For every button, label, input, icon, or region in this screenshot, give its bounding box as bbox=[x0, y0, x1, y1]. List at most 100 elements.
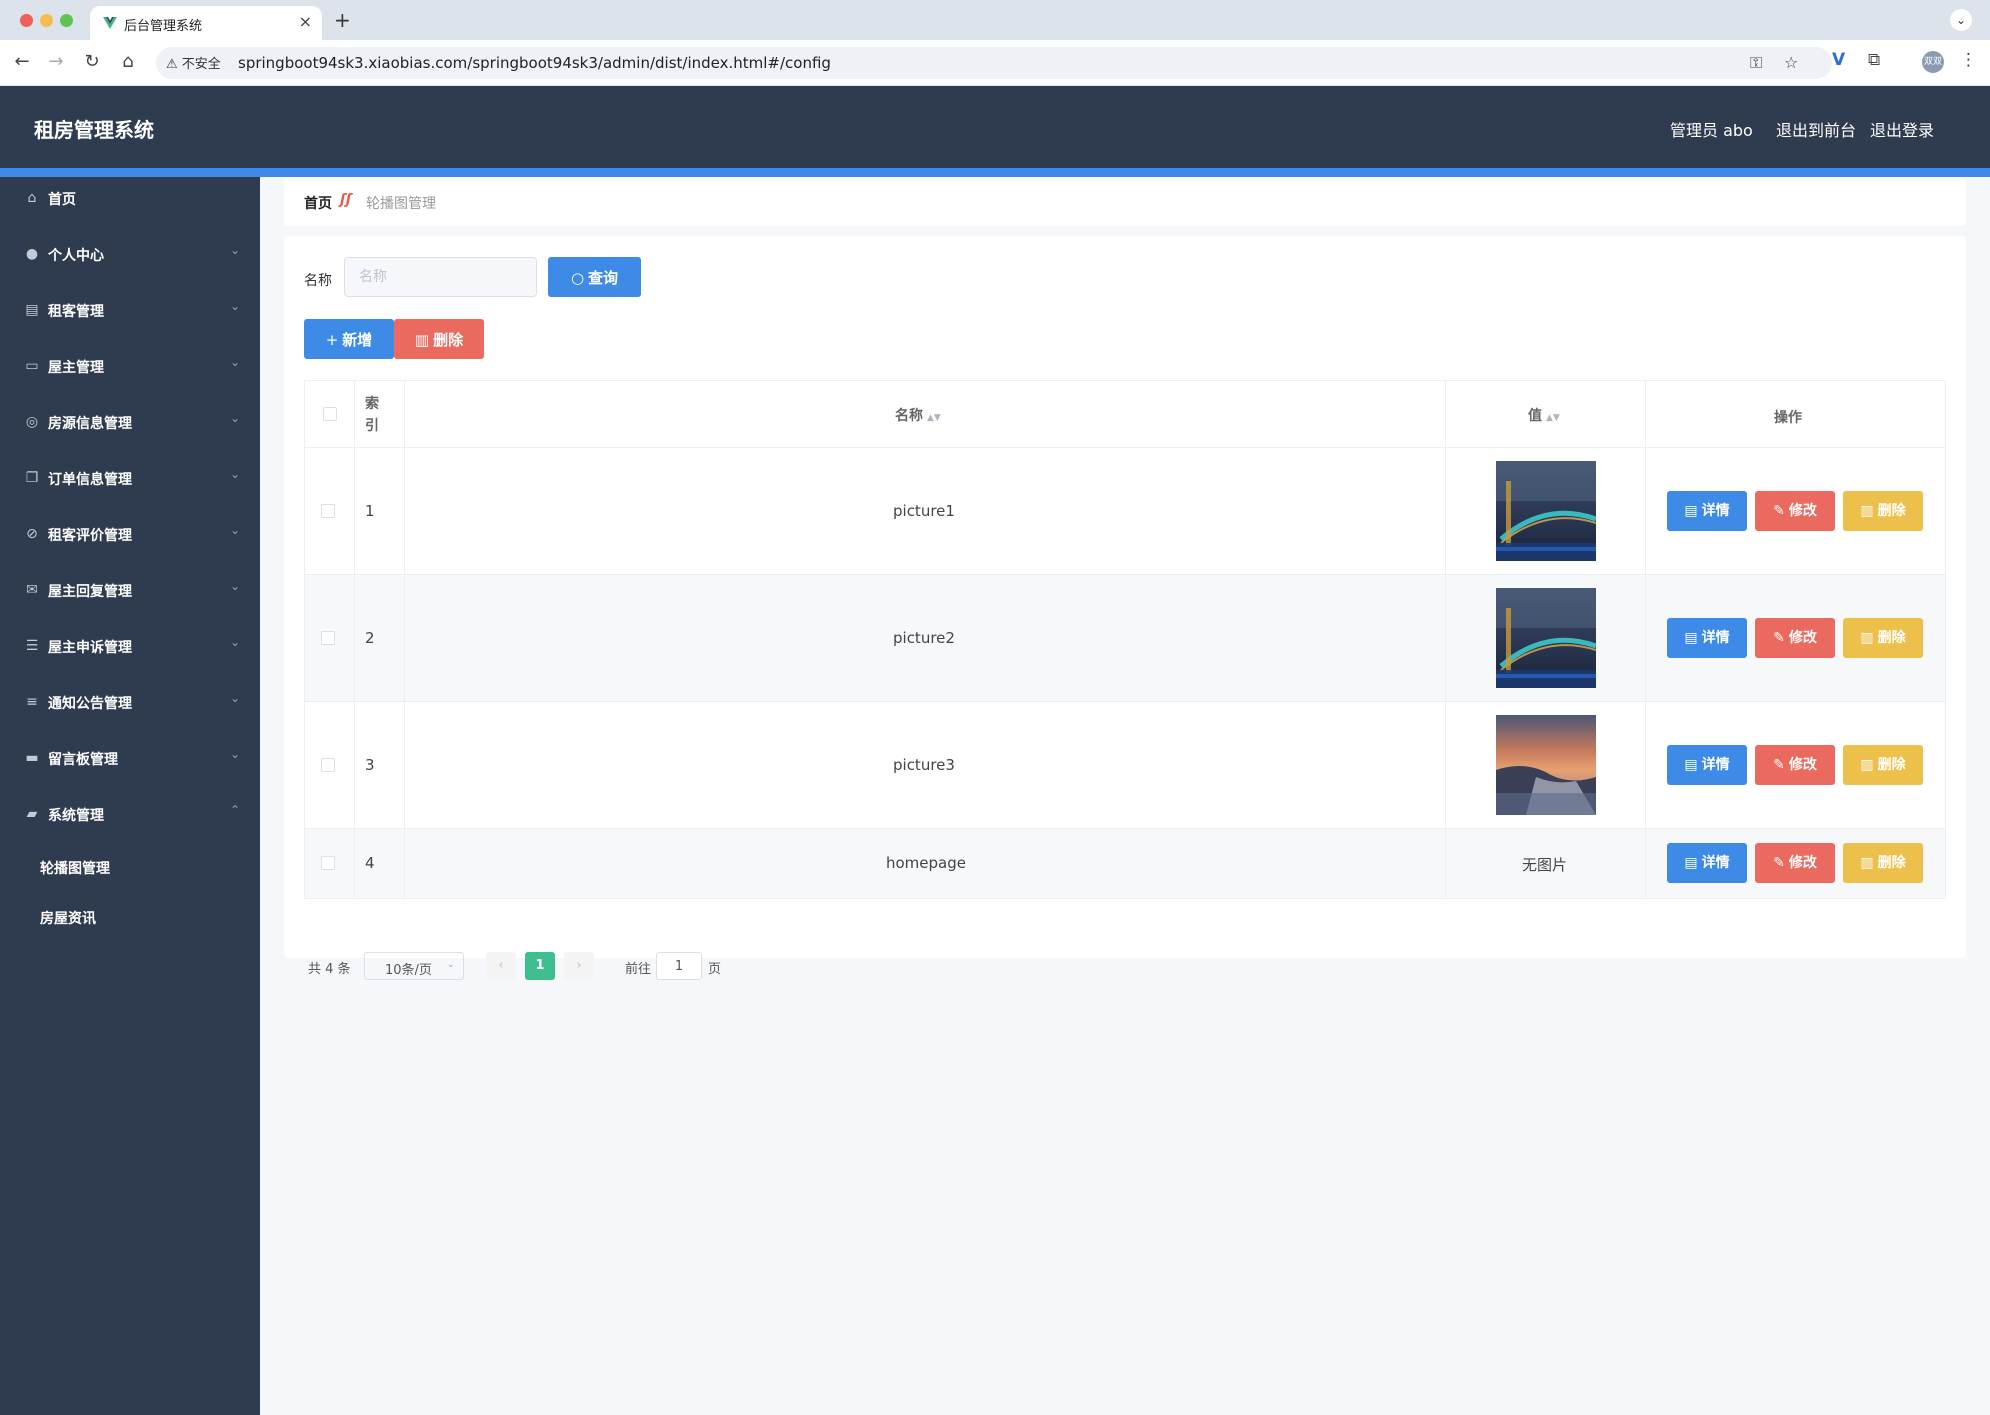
detail-button[interactable]: ▤ 详情 bbox=[1667, 618, 1747, 658]
sunset-coast-image[interactable] bbox=[1496, 715, 1596, 815]
chevron-down-icon: ⌄ bbox=[229, 691, 240, 705]
table-row: 4 homepage 无图片 ▤ 详情 ✎ 修改 ▥ 删除 bbox=[305, 829, 1945, 898]
new-tab-button[interactable]: + bbox=[334, 8, 351, 32]
sidebar-item-label: 屋主申诉管理 bbox=[48, 640, 132, 656]
sidebar-item-listings[interactable]: ◎ 房源信息管理 ⌄ bbox=[0, 401, 260, 445]
sidebar-item-home[interactable]: ⌂ 首页 bbox=[0, 177, 260, 221]
page-number-current[interactable]: 1 bbox=[525, 952, 555, 980]
chevron-down-icon: ⌄ bbox=[229, 411, 240, 425]
sidebar-item-reviews[interactable]: ⊘ 租客评价管理 ⌄ bbox=[0, 513, 260, 557]
sidebar-item-label: 个人中心 bbox=[48, 248, 104, 264]
search-icon: ○ bbox=[570, 268, 585, 287]
row-checkbox[interactable] bbox=[321, 631, 335, 645]
sidebar-item-owners[interactable]: ▭ 屋主管理 ⌄ bbox=[0, 345, 260, 389]
breadcrumb-home[interactable]: 首页 bbox=[304, 193, 332, 213]
search-input[interactable] bbox=[344, 257, 537, 297]
url-field[interactable]: ⚠ 不安全 springboot94sk3.xiaobias.com/sprin… bbox=[156, 47, 1832, 79]
sidebar-subitem-news[interactable]: 房屋资讯 bbox=[0, 896, 260, 940]
document-icon: ▤ bbox=[1684, 503, 1698, 519]
header-value[interactable]: 值 ▲▼ bbox=[1528, 405, 1560, 425]
row-checkbox[interactable] bbox=[321, 504, 335, 518]
select-all-checkbox[interactable] bbox=[323, 407, 337, 421]
delete-button[interactable]: ▥ 删除 bbox=[1843, 843, 1923, 883]
row-checkbox[interactable] bbox=[321, 856, 335, 870]
browser-menu-icon[interactable]: ⋮ bbox=[1960, 50, 1977, 70]
goto-page-input[interactable] bbox=[656, 952, 702, 980]
header-value-cell[interactable]: 值 ▲▼ bbox=[1446, 381, 1646, 447]
row-checkbox[interactable] bbox=[321, 758, 335, 772]
reload-icon[interactable]: ↻ bbox=[80, 51, 104, 72]
page-size-value: 10条/页 bbox=[385, 963, 432, 978]
sidebar-item-replies[interactable]: ✉ 屋主回复管理 ⌄ bbox=[0, 569, 260, 613]
edit-button[interactable]: ✎ 修改 bbox=[1755, 745, 1835, 785]
home-icon[interactable]: ⌂ bbox=[116, 51, 140, 72]
detail-button[interactable]: ▤ 详情 bbox=[1667, 843, 1747, 883]
bulk-delete-button[interactable]: ▥ 删除 bbox=[394, 319, 484, 359]
header-name-cell[interactable]: 名称 ▲▼ bbox=[405, 381, 1446, 447]
row-index-cell: 1 bbox=[355, 448, 405, 574]
tab-search-chevron-icon[interactable]: ⌄ bbox=[1950, 9, 1972, 31]
profile-avatar[interactable]: 双双 bbox=[1922, 51, 1944, 73]
search-button[interactable]: ○ 查询 bbox=[548, 257, 641, 297]
wallet-icon: ▰ bbox=[26, 806, 38, 822]
sidebar-item-label: 租客评价管理 bbox=[48, 528, 132, 544]
sidebar-item-messageboard[interactable]: ▬ 留言板管理 ⌄ bbox=[0, 737, 260, 781]
page-size-select[interactable]: 10条/页 ⌄ bbox=[364, 952, 464, 980]
trash-icon: ▥ bbox=[1860, 757, 1874, 773]
detail-button[interactable]: ▤ 详情 bbox=[1667, 745, 1747, 785]
add-button[interactable]: + 新增 bbox=[304, 319, 394, 359]
pencil-icon: ✎ bbox=[1773, 503, 1785, 519]
chevron-down-icon: ⌄ bbox=[229, 355, 240, 369]
sidebar-item-system[interactable]: ▰ 系统管理 ⌃ bbox=[0, 793, 260, 837]
sidebar-item-orders[interactable]: ❐ 订单信息管理 ⌄ bbox=[0, 457, 260, 501]
row-index: 1 bbox=[365, 502, 375, 520]
delete-button[interactable]: ▥ 删除 bbox=[1843, 618, 1923, 658]
detail-button[interactable]: ▤ 详情 bbox=[1667, 491, 1747, 531]
tab-close-icon[interactable]: × bbox=[299, 12, 312, 31]
sidebar-item-personal[interactable]: ● 个人中心 ⌄ bbox=[0, 233, 260, 277]
bridge-night-image[interactable] bbox=[1496, 461, 1596, 561]
logout-link[interactable]: 退出登录 bbox=[1870, 117, 1934, 141]
to-front-link[interactable]: 退出到前台 bbox=[1776, 117, 1856, 141]
key-icon[interactable]: ⚿ bbox=[1750, 53, 1762, 73]
header-name[interactable]: 名称 ▲▼ bbox=[895, 405, 941, 425]
sort-icon[interactable]: ▲▼ bbox=[927, 413, 941, 423]
table-row: 1 picture1 ▤ 详情 ✎ 修改 ▥ 删除 bbox=[305, 448, 1945, 575]
chevron-down-icon: ⌄ bbox=[229, 523, 240, 537]
back-arrow-icon[interactable]: ← bbox=[10, 51, 34, 72]
goto-label: 前往 bbox=[625, 962, 652, 977]
extension-v-icon[interactable]: V bbox=[1832, 50, 1845, 70]
next-page-button[interactable]: › bbox=[564, 952, 594, 980]
bridge-night-image[interactable] bbox=[1496, 588, 1596, 688]
edit-button[interactable]: ✎ 修改 bbox=[1755, 491, 1835, 531]
forward-arrow-icon[interactable]: → bbox=[44, 51, 68, 72]
window-zoom-button[interactable] bbox=[60, 14, 73, 27]
sort-icon[interactable]: ▲▼ bbox=[1546, 413, 1560, 423]
sidebar-item-notices[interactable]: ≡ 通知公告管理 ⌄ bbox=[0, 681, 260, 725]
bookmark-star-icon[interactable]: ☆ bbox=[1784, 53, 1798, 72]
edit-button[interactable]: ✎ 修改 bbox=[1755, 618, 1835, 658]
row-name: picture1 bbox=[893, 502, 955, 520]
row-name: picture3 bbox=[893, 756, 955, 774]
window-minimize-button[interactable] bbox=[40, 14, 53, 27]
browser-tab[interactable]: 后台管理系统 × bbox=[90, 6, 322, 40]
window-close-button[interactable] bbox=[20, 14, 33, 27]
extensions-puzzle-icon[interactable]: ⧉ bbox=[1868, 50, 1880, 70]
compass-icon: ◎ bbox=[25, 414, 39, 430]
breadcrumb-separator-icon: ʃʃ bbox=[340, 192, 352, 208]
sidebar-item-tenants[interactable]: ▤ 租客管理 ⌄ bbox=[0, 289, 260, 333]
sidebar-item-appeals[interactable]: ☰ 屋主申诉管理 ⌄ bbox=[0, 625, 260, 669]
row-ops-cell: ▤ 详情 ✎ 修改 ▥ 删除 bbox=[1646, 575, 1946, 701]
delete-button[interactable]: ▥ 删除 bbox=[1843, 745, 1923, 785]
edit-button[interactable]: ✎ 修改 bbox=[1755, 843, 1835, 883]
row-select-cell bbox=[305, 448, 355, 574]
security-indicator[interactable]: ⚠ 不安全 bbox=[166, 53, 221, 73]
prev-page-button[interactable]: ‹ bbox=[486, 952, 516, 980]
sidebar-item-label: 订单信息管理 bbox=[48, 472, 132, 488]
delete-button[interactable]: ▥ 删除 bbox=[1843, 491, 1923, 531]
document-icon: ▤ bbox=[1684, 757, 1698, 773]
sliders-icon: ☰ bbox=[25, 638, 39, 654]
breadcrumb-current: 轮播图管理 bbox=[366, 196, 436, 212]
sidebar-subitem-carousel[interactable]: 轮播图管理 bbox=[0, 846, 260, 890]
row-value-cell bbox=[1446, 575, 1646, 701]
